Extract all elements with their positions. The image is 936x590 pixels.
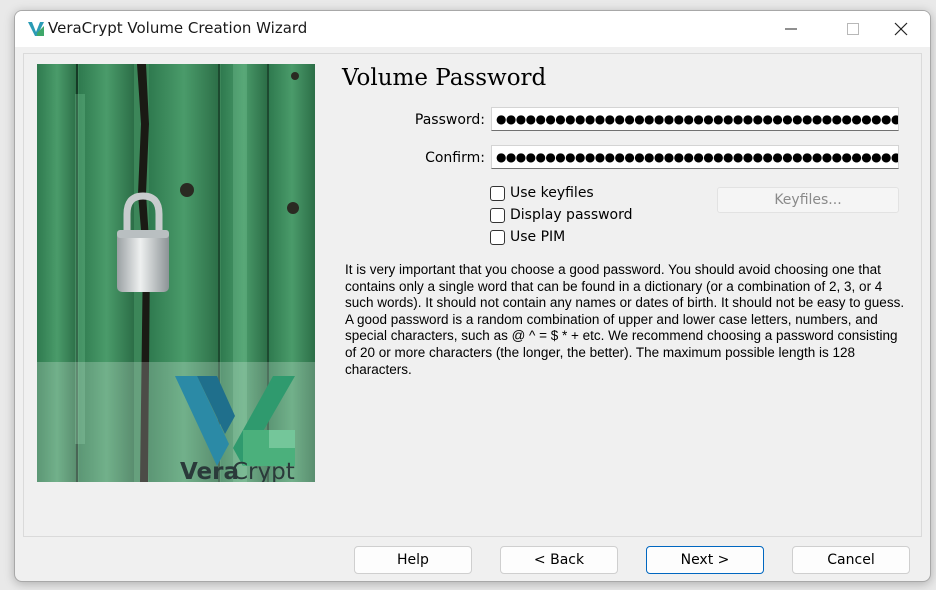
confirm-label: Confirm:	[425, 150, 485, 166]
back-button[interactable]: < Back	[500, 546, 618, 574]
help-button[interactable]: Help	[354, 546, 472, 574]
minimize-button[interactable]	[768, 11, 814, 47]
use-pim-option[interactable]: Use PIM	[490, 229, 565, 245]
password-advice-text: It is very important that you choose a g…	[345, 262, 905, 377]
display-password-option[interactable]: Display password	[490, 207, 633, 223]
brand-crypt: Crypt	[232, 459, 295, 482]
display-password-label: Display password	[510, 207, 633, 223]
page-title: Volume Password	[342, 65, 547, 91]
window-title: VeraCrypt Volume Creation Wizard	[48, 19, 308, 37]
keyfiles-button[interactable]: Keyfiles...	[717, 187, 899, 213]
close-button[interactable]	[878, 11, 924, 47]
wizard-content: Vera Crypt Volume Password Password: ●●●…	[23, 53, 922, 537]
display-password-checkbox[interactable]	[490, 207, 505, 223]
maximize-icon	[847, 23, 859, 35]
password-input[interactable]: ●●●●●●●●●●●●●●●●●●●●●●●●●●●●●●●●●●●●●●●●…	[491, 107, 899, 131]
use-keyfiles-option[interactable]: Use keyfiles	[490, 185, 594, 201]
title-bar: VeraCrypt Volume Creation Wizard	[15, 11, 930, 47]
use-keyfiles-checkbox[interactable]	[490, 185, 505, 201]
minimize-icon	[785, 28, 797, 30]
use-pim-label: Use PIM	[510, 229, 566, 245]
confirm-password-input[interactable]: ●●●●●●●●●●●●●●●●●●●●●●●●●●●●●●●●●●●●●●●●…	[491, 145, 899, 169]
hero-image: Vera Crypt	[37, 64, 315, 482]
cancel-button[interactable]: Cancel	[792, 546, 910, 574]
password-label: Password:	[414, 112, 485, 128]
use-keyfiles-label: Use keyfiles	[510, 185, 594, 201]
wizard-window: VeraCrypt Volume Creation Wizard Vera Cr…	[14, 10, 931, 582]
maximize-button[interactable]	[830, 11, 876, 47]
use-pim-checkbox[interactable]	[490, 229, 505, 245]
brand-vera: Vera	[180, 459, 239, 482]
veracrypt-app-icon	[28, 22, 44, 36]
next-button[interactable]: Next >	[646, 546, 764, 574]
close-icon	[894, 22, 908, 36]
padlock-door-illustration: Vera Crypt	[37, 64, 315, 482]
